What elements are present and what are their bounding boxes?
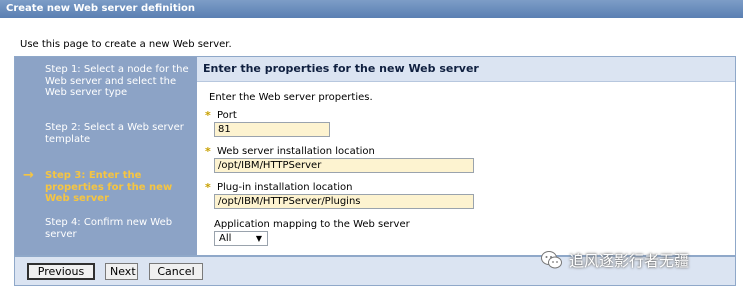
required-marker-icon: *	[205, 181, 211, 194]
content-header: Enter the properties for the new Web ser…	[197, 57, 735, 82]
wechat-logo-icon	[541, 251, 562, 269]
app-mapping-selected: All	[219, 233, 232, 244]
watermark-text: 追风逐影行者无疆	[569, 251, 690, 270]
next-button[interactable]: Next	[105, 263, 138, 280]
content-description: Enter the Web server properties.	[209, 92, 373, 103]
previous-button[interactable]: Previous	[27, 263, 95, 280]
dropdown-caret-icon: ▼	[255, 234, 262, 243]
install-location-label: Web server installation location	[217, 146, 375, 157]
current-step-arrow-icon: →	[23, 168, 34, 183]
watermark: 追风逐影行者无疆	[541, 248, 689, 272]
install-location-input[interactable]: /opt/IBM/HTTPServer	[214, 158, 474, 173]
app-mapping-label: Application mapping to the Web server	[214, 219, 410, 230]
port-label: Port	[217, 110, 237, 121]
intro-text: Use this page to create a new Web server…	[20, 39, 232, 50]
required-marker-icon: *	[205, 109, 211, 122]
step-3-current: Step 3: Enter the properties for the new…	[45, 170, 173, 204]
window-title: Create new Web server definition	[0, 0, 743, 18]
port-input[interactable]: 81	[214, 122, 330, 137]
cancel-button[interactable]: Cancel	[149, 263, 203, 280]
step-2: Step 2: Select a Web server template	[45, 122, 184, 145]
app-mapping-select[interactable]: All ▼	[214, 231, 268, 246]
wizard-panel: Step 1: Select a node for the Web server…	[14, 56, 736, 256]
steps-sidebar: Step 1: Select a node for the Web server…	[15, 57, 197, 255]
plugin-location-input[interactable]: /opt/IBM/HTTPServer/Plugins	[214, 194, 474, 209]
plugin-location-label: Plug-in installation location	[217, 182, 353, 193]
properties-content: Enter the properties for the new Web ser…	[197, 57, 735, 255]
step-4: Step 4: Confirm new Web server	[45, 217, 173, 240]
step-1: Step 1: Select a node for the Web server…	[45, 64, 189, 98]
required-marker-icon: *	[205, 145, 211, 158]
